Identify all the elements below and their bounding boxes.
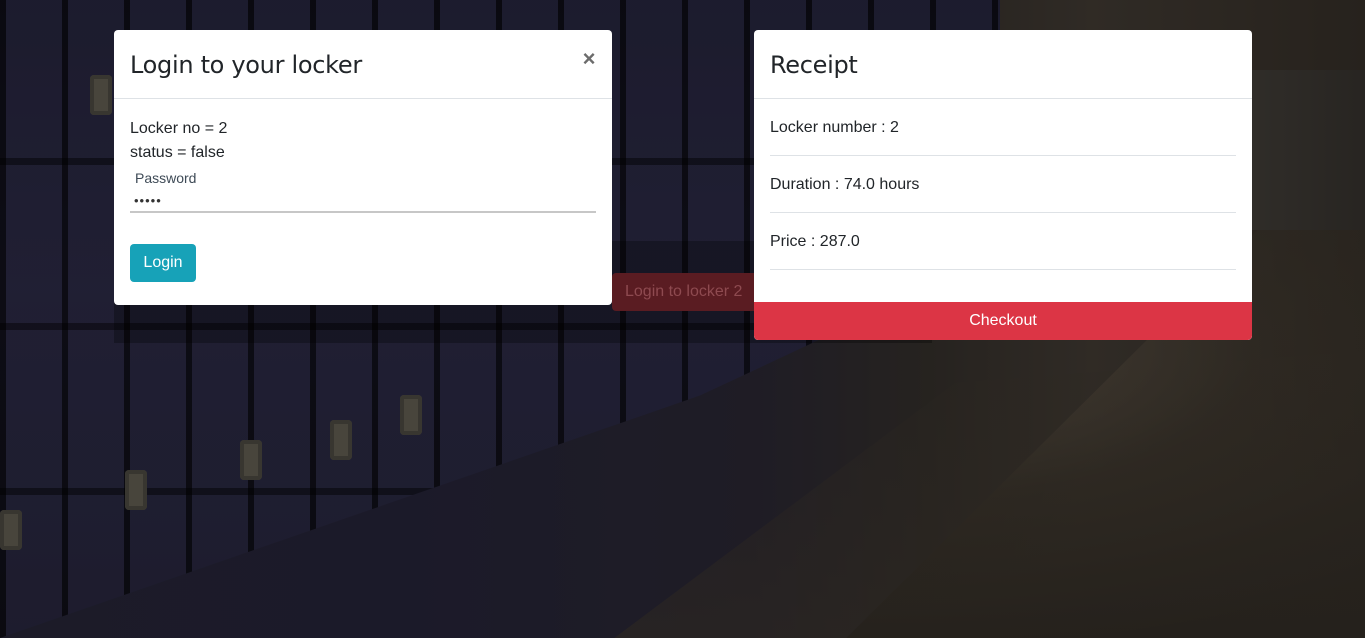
receipt-card: Receipt Locker number : 2 Duration : 74.… (754, 30, 1252, 340)
login-button[interactable]: Login (130, 244, 196, 282)
modal-title: Login to your locker (130, 51, 362, 79)
status-text: status = false (130, 144, 225, 161)
locker-number-text: Locker no = 2 (130, 120, 228, 137)
login-modal: Login to your locker × Locker no = 2 sta… (114, 30, 612, 305)
modal-header: Login to your locker × (114, 30, 612, 99)
password-label: Password (135, 170, 197, 186)
receipt-price: Price : 287.0 (770, 213, 1236, 270)
checkout-button[interactable]: Checkout (754, 302, 1252, 340)
receipt-locker-number: Locker number : 2 (770, 99, 1236, 156)
close-icon[interactable]: × (582, 48, 596, 70)
modal-body: Locker no = 2 status = false Password Lo… (114, 99, 612, 282)
password-field[interactable] (130, 187, 596, 213)
background-login-locker-button[interactable]: Login to locker 2 (612, 273, 758, 311)
receipt-header: Receipt (754, 30, 1252, 99)
receipt-duration: Duration : 74.0 hours (770, 156, 1236, 213)
receipt-body: Locker number : 2 Duration : 74.0 hours … (754, 99, 1252, 270)
receipt-title: Receipt (770, 51, 858, 79)
